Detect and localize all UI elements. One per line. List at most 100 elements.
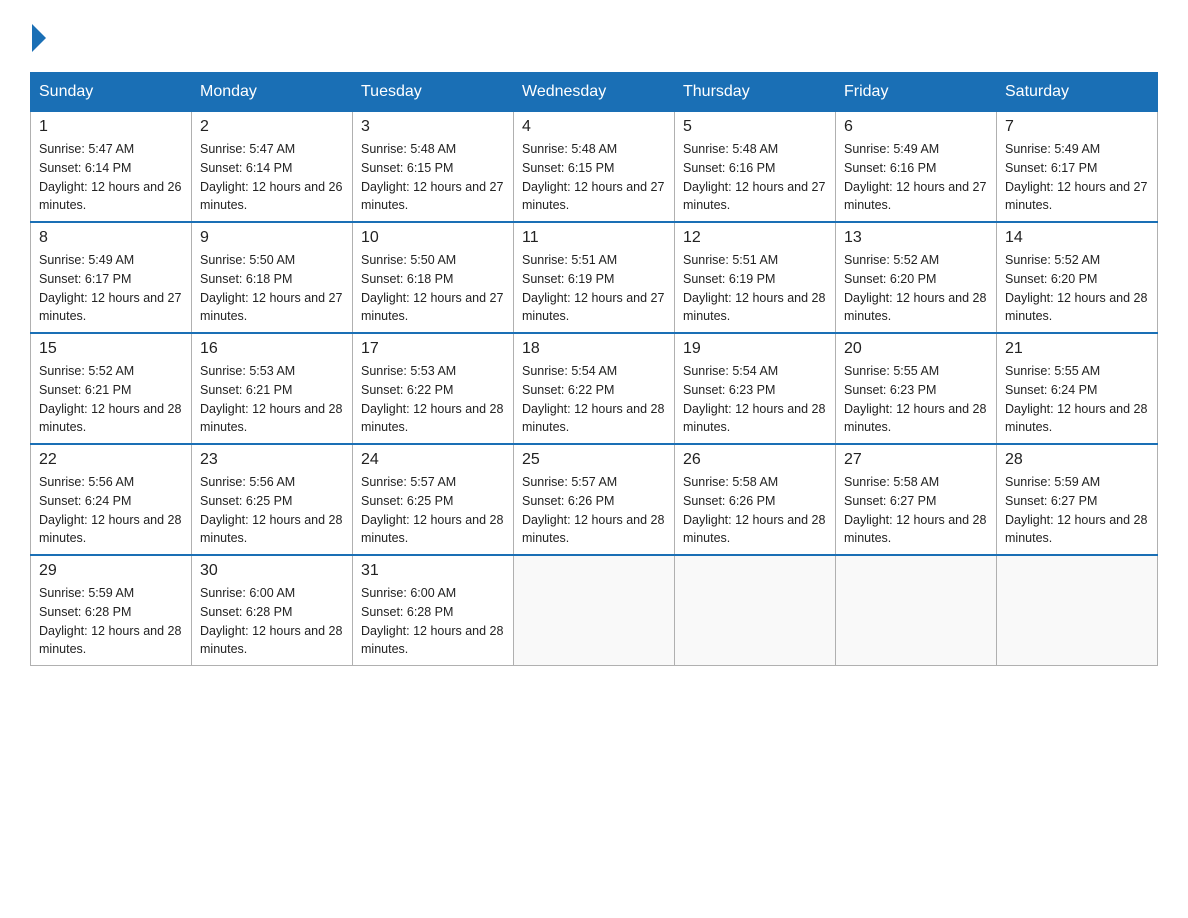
day-number: 24 [361, 451, 505, 469]
day-info: Sunrise: 5:52 AMSunset: 6:20 PMDaylight:… [844, 251, 988, 326]
day-number: 5 [683, 118, 827, 136]
day-info: Sunrise: 6:00 AMSunset: 6:28 PMDaylight:… [200, 584, 344, 659]
day-info: Sunrise: 5:51 AMSunset: 6:19 PMDaylight:… [522, 251, 666, 326]
day-info: Sunrise: 5:53 AMSunset: 6:22 PMDaylight:… [361, 362, 505, 437]
calendar-table: SundayMondayTuesdayWednesdayThursdayFrid… [30, 72, 1158, 666]
day-info: Sunrise: 5:55 AMSunset: 6:24 PMDaylight:… [1005, 362, 1149, 437]
day-info: Sunrise: 5:48 AMSunset: 6:15 PMDaylight:… [361, 140, 505, 215]
day-number: 22 [39, 451, 183, 469]
logo-triangle-icon [32, 24, 46, 52]
day-number: 3 [361, 118, 505, 136]
calendar-day-cell: 22 Sunrise: 5:56 AMSunset: 6:24 PMDayligh… [31, 444, 192, 555]
weekday-header-thursday: Thursday [675, 73, 836, 112]
day-info: Sunrise: 5:51 AMSunset: 6:19 PMDaylight:… [683, 251, 827, 326]
calendar-day-cell: 15 Sunrise: 5:52 AMSunset: 6:21 PMDayligh… [31, 333, 192, 444]
calendar-week-row: 29Sunrise: 5:59 AMSunset: 6:28 PMDayligh… [31, 555, 1158, 666]
calendar-day-cell: 19 Sunrise: 5:54 AMSunset: 6:23 PMDayligh… [675, 333, 836, 444]
calendar-day-cell: 12 Sunrise: 5:51 AMSunset: 6:19 PMDayligh… [675, 222, 836, 333]
day-number: 31 [361, 562, 505, 580]
calendar-day-cell [675, 555, 836, 666]
weekday-header-wednesday: Wednesday [514, 73, 675, 112]
day-number: 29 [39, 562, 183, 580]
day-number: 7 [1005, 118, 1149, 136]
day-number: 28 [1005, 451, 1149, 469]
day-number: 13 [844, 229, 988, 247]
calendar-day-cell: 8Sunrise: 5:49 AMSunset: 6:17 PMDaylight… [31, 222, 192, 333]
day-number: 19 [683, 340, 827, 358]
day-number: 21 [1005, 340, 1149, 358]
day-number: 9 [200, 229, 344, 247]
day-info: Sunrise: 5:55 AMSunset: 6:23 PMDaylight:… [844, 362, 988, 437]
day-info: Sunrise: 5:53 AMSunset: 6:21 PMDaylight:… [200, 362, 344, 437]
calendar-day-cell: 10 Sunrise: 5:50 AMSunset: 6:18 PMDayligh… [353, 222, 514, 333]
day-info: Sunrise: 5:50 AMSunset: 6:18 PMDaylight:… [200, 251, 344, 326]
calendar-day-cell: 1 Sunrise: 5:47 AMSunset: 6:14 PMDaylight… [31, 112, 192, 223]
calendar-day-cell: 29Sunrise: 5:59 AMSunset: 6:28 PMDayligh… [31, 555, 192, 666]
calendar-week-row: 1 Sunrise: 5:47 AMSunset: 6:14 PMDaylight… [31, 112, 1158, 223]
calendar-week-row: 8Sunrise: 5:49 AMSunset: 6:17 PMDaylight… [31, 222, 1158, 333]
day-info: Sunrise: 5:47 AMSunset: 6:14 PMDaylight:… [39, 140, 183, 215]
calendar-day-cell [836, 555, 997, 666]
day-info: Sunrise: 5:56 AMSunset: 6:25 PMDaylight:… [200, 473, 344, 548]
day-number: 4 [522, 118, 666, 136]
calendar-day-cell: 13 Sunrise: 5:52 AMSunset: 6:20 PMDayligh… [836, 222, 997, 333]
day-number: 18 [522, 340, 666, 358]
weekday-header-monday: Monday [192, 73, 353, 112]
calendar-week-row: 22 Sunrise: 5:56 AMSunset: 6:24 PMDayligh… [31, 444, 1158, 555]
day-info: Sunrise: 5:58 AMSunset: 6:26 PMDaylight:… [683, 473, 827, 548]
day-number: 15 [39, 340, 183, 358]
calendar-day-cell: 27 Sunrise: 5:58 AMSunset: 6:27 PMDayligh… [836, 444, 997, 555]
day-number: 11 [522, 229, 666, 247]
day-info: Sunrise: 5:48 AMSunset: 6:16 PMDaylight:… [683, 140, 827, 215]
weekday-header-tuesday: Tuesday [353, 73, 514, 112]
calendar-day-cell: 4Sunrise: 5:48 AMSunset: 6:15 PMDaylight… [514, 112, 675, 223]
day-number: 2 [200, 118, 344, 136]
day-number: 30 [200, 562, 344, 580]
day-number: 12 [683, 229, 827, 247]
day-info: Sunrise: 6:00 AMSunset: 6:28 PMDaylight:… [361, 584, 505, 659]
weekday-header-friday: Friday [836, 73, 997, 112]
day-number: 6 [844, 118, 988, 136]
calendar-day-cell: 14Sunrise: 5:52 AMSunset: 6:20 PMDayligh… [997, 222, 1158, 333]
day-info: Sunrise: 5:58 AMSunset: 6:27 PMDaylight:… [844, 473, 988, 548]
calendar-day-cell [514, 555, 675, 666]
calendar-day-cell: 31 Sunrise: 6:00 AMSunset: 6:28 PMDayligh… [353, 555, 514, 666]
day-number: 20 [844, 340, 988, 358]
day-info: Sunrise: 5:47 AMSunset: 6:14 PMDaylight:… [200, 140, 344, 215]
calendar-day-cell: 7 Sunrise: 5:49 AMSunset: 6:17 PMDaylight… [997, 112, 1158, 223]
day-info: Sunrise: 5:49 AMSunset: 6:17 PMDaylight:… [39, 251, 183, 326]
calendar-day-cell [997, 555, 1158, 666]
day-info: Sunrise: 5:54 AMSunset: 6:22 PMDaylight:… [522, 362, 666, 437]
day-info: Sunrise: 5:49 AMSunset: 6:17 PMDaylight:… [1005, 140, 1149, 215]
day-info: Sunrise: 5:54 AMSunset: 6:23 PMDaylight:… [683, 362, 827, 437]
day-number: 10 [361, 229, 505, 247]
calendar-week-row: 15 Sunrise: 5:52 AMSunset: 6:21 PMDayligh… [31, 333, 1158, 444]
calendar-header-row: SundayMondayTuesdayWednesdayThursdayFrid… [31, 73, 1158, 112]
calendar-day-cell: 20 Sunrise: 5:55 AMSunset: 6:23 PMDayligh… [836, 333, 997, 444]
calendar-day-cell: 2 Sunrise: 5:47 AMSunset: 6:14 PMDaylight… [192, 112, 353, 223]
calendar-day-cell: 28 Sunrise: 5:59 AMSunset: 6:27 PMDayligh… [997, 444, 1158, 555]
weekday-header-saturday: Saturday [997, 73, 1158, 112]
day-number: 14 [1005, 229, 1149, 247]
day-info: Sunrise: 5:50 AMSunset: 6:18 PMDaylight:… [361, 251, 505, 326]
day-info: Sunrise: 5:57 AMSunset: 6:26 PMDaylight:… [522, 473, 666, 548]
calendar-day-cell: 24 Sunrise: 5:57 AMSunset: 6:25 PMDayligh… [353, 444, 514, 555]
day-info: Sunrise: 5:56 AMSunset: 6:24 PMDaylight:… [39, 473, 183, 548]
page-header [30, 20, 1158, 52]
day-info: Sunrise: 5:57 AMSunset: 6:25 PMDaylight:… [361, 473, 505, 548]
day-info: Sunrise: 5:52 AMSunset: 6:21 PMDaylight:… [39, 362, 183, 437]
calendar-day-cell: 5 Sunrise: 5:48 AMSunset: 6:16 PMDaylight… [675, 112, 836, 223]
weekday-header-sunday: Sunday [31, 73, 192, 112]
calendar-day-cell: 18 Sunrise: 5:54 AMSunset: 6:22 PMDayligh… [514, 333, 675, 444]
day-number: 27 [844, 451, 988, 469]
day-number: 23 [200, 451, 344, 469]
day-number: 26 [683, 451, 827, 469]
calendar-day-cell: 3 Sunrise: 5:48 AMSunset: 6:15 PMDaylight… [353, 112, 514, 223]
calendar-day-cell: 25Sunrise: 5:57 AMSunset: 6:26 PMDayligh… [514, 444, 675, 555]
calendar-day-cell: 23 Sunrise: 5:56 AMSunset: 6:25 PMDayligh… [192, 444, 353, 555]
calendar-day-cell: 9 Sunrise: 5:50 AMSunset: 6:18 PMDaylight… [192, 222, 353, 333]
day-number: 17 [361, 340, 505, 358]
logo [30, 20, 46, 52]
day-number: 1 [39, 118, 183, 136]
day-info: Sunrise: 5:59 AMSunset: 6:27 PMDaylight:… [1005, 473, 1149, 548]
